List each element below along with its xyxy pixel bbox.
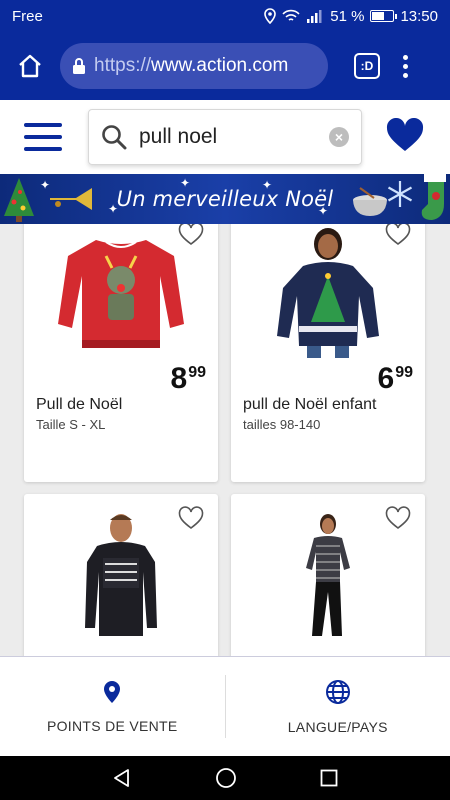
product-subtitle: tailles 98-140	[243, 417, 321, 432]
product-card[interactable]	[24, 494, 218, 656]
man-christmas-sweater-image	[85, 514, 157, 636]
search-input[interactable]: pull noel ×	[88, 109, 362, 165]
product-subtitle: Taille S - XL	[36, 417, 106, 432]
child-christmas-sweater-image	[277, 228, 379, 358]
clear-search-button[interactable]: ×	[329, 127, 349, 147]
carrier-label: Free	[12, 7, 43, 25]
pot-icon	[353, 187, 387, 216]
globe-icon	[325, 679, 350, 704]
store-locator-label: POINTS DE VENTE	[46, 717, 178, 734]
search-icon	[102, 125, 127, 150]
url-scheme: https://	[94, 55, 152, 76]
battery-percent: 51 %	[330, 7, 365, 25]
store-locator-button[interactable]: POINTS DE VENTE	[0, 657, 225, 756]
signal-icon	[307, 10, 322, 23]
product-price: 8 99	[170, 362, 206, 395]
product-price: 6 99	[377, 362, 413, 395]
product-image[interactable]	[24, 232, 218, 350]
language-country-label: LANGUE/PAYS	[287, 718, 388, 735]
product-grid: 8 99 Pull de Noël Taille S - XL 6 99 pull …	[0, 224, 450, 656]
tab-switcher-button[interactable]: :D	[354, 53, 380, 79]
product-image[interactable]	[231, 226, 425, 358]
hamburger-menu-button[interactable]	[24, 123, 62, 151]
lock-icon	[73, 58, 85, 74]
promo-banner[interactable]: ✦ ✦ ✦ ✦ ✦ Un merveilleux Noël	[0, 174, 450, 224]
product-card[interactable]: 8 99 Pull de Noël Taille S - XL	[24, 224, 218, 482]
heart-icon	[386, 117, 424, 151]
browser-menu-button[interactable]	[400, 54, 410, 78]
status-icons: 51 % 13:50	[264, 8, 438, 25]
search-query[interactable]: pull noel	[139, 125, 329, 149]
clock: 13:50	[400, 7, 438, 25]
menu-dot-icon	[402, 63, 408, 69]
menu-dot-icon	[402, 72, 408, 78]
banner-text: Un merveilleux Noël	[116, 187, 334, 211]
trumpet-icon	[50, 188, 92, 210]
android-navigation-bar	[0, 756, 450, 800]
location-pin-icon	[104, 680, 121, 703]
product-name[interactable]: Pull de Noël	[36, 396, 122, 414]
url-host: www.action.com	[151, 55, 289, 76]
recents-icon[interactable]	[320, 769, 338, 787]
home-circle-icon[interactable]	[215, 767, 237, 789]
battery-icon	[370, 10, 398, 22]
browser-toolbar: https://www.action.com :D	[0, 32, 450, 100]
menu-dot-icon	[402, 54, 408, 60]
stocking-icon	[421, 174, 446, 220]
back-icon[interactable]	[112, 768, 132, 788]
red-christmas-sweater-image	[58, 240, 184, 348]
product-card[interactable]	[231, 494, 425, 656]
language-country-button[interactable]: LANGUE/PAYS	[226, 657, 450, 756]
product-name[interactable]: pull de Noël enfant	[243, 396, 376, 414]
christmas-tree-icon	[4, 178, 34, 222]
product-image[interactable]	[231, 512, 425, 642]
status-bar: Free 51 % 13:50	[0, 0, 450, 32]
product-image[interactable]	[24, 512, 218, 642]
wifi-icon	[282, 9, 300, 21]
bottom-navigation: POINTS DE VENTE LANGUE/PAYS	[0, 656, 450, 756]
site-header: pull noel ×	[0, 100, 450, 174]
home-icon	[19, 54, 41, 78]
home-button[interactable]	[12, 48, 48, 84]
location-icon	[264, 8, 277, 24]
woman-striped-sweater-image	[306, 514, 350, 636]
address-bar[interactable]: https://www.action.com	[60, 43, 328, 89]
product-card[interactable]: 6 99 pull de Noël enfant tailles 98-140	[231, 224, 425, 482]
wishlist-button[interactable]	[386, 117, 424, 157]
snowflake-icon	[387, 181, 413, 207]
